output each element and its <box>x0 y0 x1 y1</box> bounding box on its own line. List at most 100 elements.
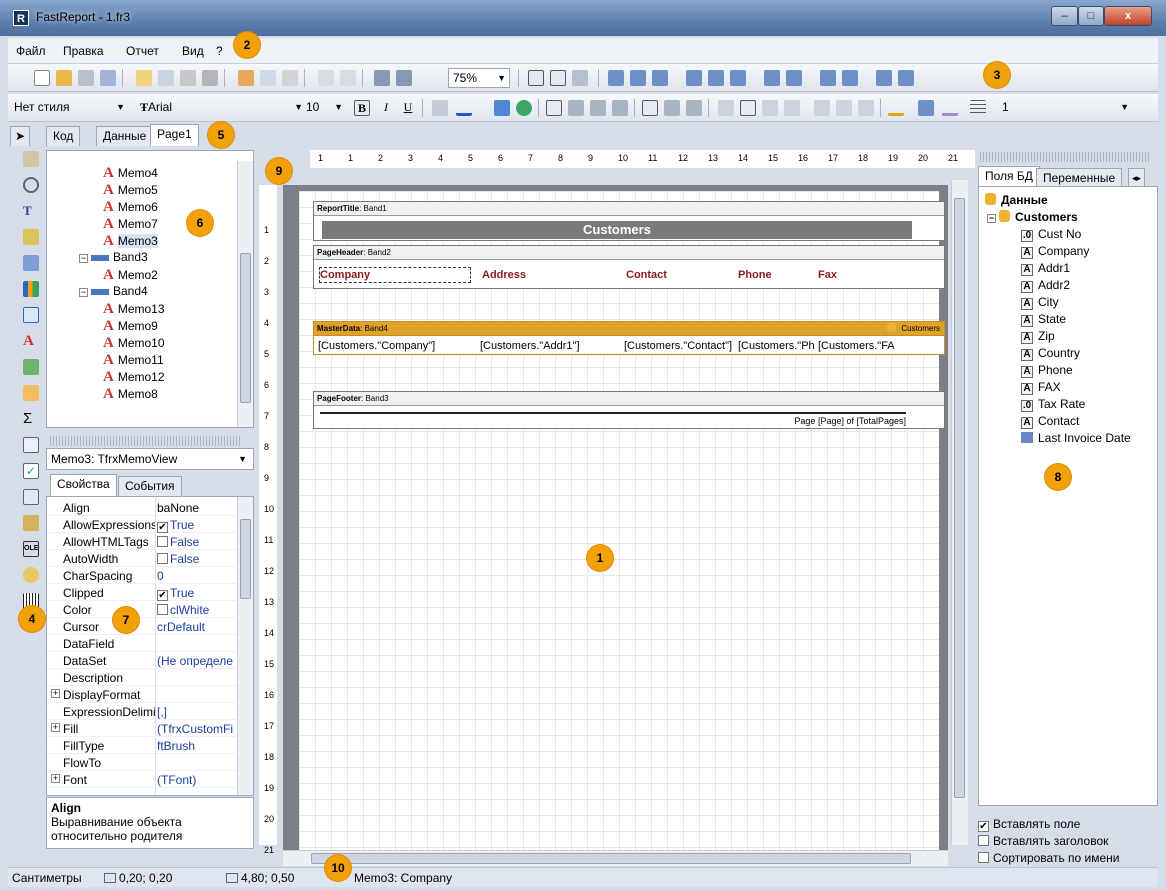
tab-code[interactable]: Код <box>46 126 81 146</box>
cut-icon[interactable] <box>238 70 254 86</box>
tree-item-memo4[interactable]: A Memo4 <box>103 165 158 182</box>
crosstab-icon[interactable] <box>23 489 39 505</box>
fill-color-icon[interactable] <box>888 100 904 116</box>
close-button[interactable]: x <box>1104 6 1152 26</box>
scroll-thumb[interactable] <box>954 198 965 798</box>
pen-color-icon[interactable] <box>942 100 958 116</box>
same-width-icon[interactable] <box>876 70 892 86</box>
memo-data-phone[interactable]: [Customers."Ph <box>738 339 816 353</box>
checkbox-tool-icon[interactable]: ✓ <box>23 463 39 479</box>
canvas-horizontal-scrollbar[interactable] <box>283 850 948 866</box>
text-tool-icon[interactable]: T <box>23 203 39 219</box>
frame-right-icon[interactable] <box>784 100 800 116</box>
tree-root-data[interactable]: Данные <box>985 193 1048 207</box>
valign-top-icon[interactable] <box>642 100 658 116</box>
field-item[interactable]: A State <box>1021 312 1066 327</box>
memo-header-company[interactable]: Company <box>319 267 471 283</box>
zoom-icon[interactable] <box>23 177 39 193</box>
prop-row[interactable]: FlowTo <box>47 754 237 771</box>
report-page[interactable]: ReportTitle: Band1 Customers PageHeader:… <box>299 191 945 851</box>
undo-icon[interactable] <box>318 70 334 86</box>
memo-data-addr1[interactable]: [Customers."Addr1"] <box>480 339 615 353</box>
tree-item-memo6[interactable]: A Memo6 <box>103 199 158 216</box>
prop-row[interactable]: FillType ftBrush <box>47 737 237 754</box>
scroll-thumb[interactable] <box>240 519 251 599</box>
menu-view[interactable]: Вид <box>182 44 204 58</box>
band-page-header[interactable]: PageHeader: Band2 Company Address Contac… <box>313 245 945 289</box>
zoom-combo[interactable]: 75% ▼ <box>448 68 510 88</box>
tree-item-memo2[interactable]: A Memo2 <box>103 267 158 284</box>
save-icon[interactable] <box>78 70 94 86</box>
show-grid-icon[interactable] <box>528 70 544 86</box>
minimize-button[interactable]: – <box>1051 6 1078 26</box>
same-height-icon[interactable] <box>898 70 914 86</box>
open-icon[interactable] <box>56 70 72 86</box>
tab-variables[interactable]: Переменные <box>1036 168 1123 186</box>
field-item[interactable]: A Contact <box>1021 414 1079 429</box>
tab-properties[interactable]: Свойства <box>50 474 117 496</box>
font-color-icon[interactable] <box>456 100 472 116</box>
frame-bottom-icon[interactable] <box>740 100 756 116</box>
memo-header-contact[interactable]: Contact <box>626 268 726 282</box>
tree-item-memo7[interactable]: A Memo7 <box>103 216 158 233</box>
band-master-data[interactable]: MasterData: Band4 Customers [Customers."C… <box>313 321 945 355</box>
font-settings-icon[interactable] <box>432 100 448 116</box>
rotation-icon[interactable] <box>516 100 532 116</box>
prop-row[interactable]: AllowHTMLTags False <box>47 533 237 550</box>
tab-events[interactable]: События <box>118 476 182 496</box>
sum-icon[interactable]: Σ <box>23 411 39 427</box>
data-panel-grip[interactable] <box>980 152 1150 162</box>
field-item[interactable]: A City <box>1021 295 1059 310</box>
scroll-thumb[interactable] <box>311 853 911 864</box>
menu-help[interactable]: ? <box>216 44 223 58</box>
prop-row[interactable]: DataSet (Не определе <box>47 652 237 669</box>
checkbox-icon[interactable]: ✔ <box>978 821 989 832</box>
expand-icon[interactable]: + <box>51 774 60 783</box>
menu-edit[interactable]: Правка <box>63 44 104 58</box>
new-icon[interactable] <box>34 70 50 86</box>
ole-icon[interactable]: OLE <box>23 541 39 557</box>
option-sort-by-name[interactable]: Сортировать по имени <box>978 851 1120 865</box>
align-tops-icon[interactable] <box>686 70 702 86</box>
prop-row[interactable]: AutoWidth False <box>47 550 237 567</box>
subreport-icon[interactable] <box>23 307 39 323</box>
checkbox-icon[interactable]: ✔ <box>157 522 168 533</box>
new-page-icon[interactable] <box>136 70 152 86</box>
align-left-edges-icon[interactable] <box>608 70 624 86</box>
field-item[interactable]: .0 Tax Rate <box>1021 397 1085 412</box>
align-middles-icon[interactable] <box>708 70 724 86</box>
center-vertically-icon[interactable] <box>842 70 858 86</box>
tree-item-memo11[interactable]: A Memo11 <box>103 352 164 369</box>
prop-row[interactable]: + Fill (TfrxCustomFi <box>47 720 237 737</box>
shape-icon[interactable] <box>23 567 39 583</box>
tree-item-memo5[interactable]: A Memo5 <box>103 182 158 199</box>
band-page-footer[interactable]: PageFooter: Band3 Page [Page] of [TotalP… <box>313 391 945 429</box>
prop-row[interactable]: Align baNone <box>47 499 237 516</box>
delete-page-icon[interactable] <box>180 70 196 86</box>
center-horizontally-icon[interactable] <box>820 70 836 86</box>
prop-row[interactable]: Color clWhite <box>47 601 237 618</box>
align-right-edges-icon[interactable] <box>652 70 668 86</box>
checkbox-icon[interactable] <box>157 553 168 564</box>
text-align-justify-icon[interactable] <box>612 100 628 116</box>
align-to-grid-icon[interactable] <box>550 70 566 86</box>
tab-db-fields[interactable]: Поля БД <box>978 166 1040 186</box>
align-centers-icon[interactable] <box>630 70 646 86</box>
redo-icon[interactable] <box>340 70 356 86</box>
memo-header-fax[interactable]: Fax <box>818 268 898 282</box>
option-insert-field[interactable]: ✔ Вставлять поле <box>978 817 1080 832</box>
tree-item-memo12[interactable]: A Memo12 <box>103 369 165 386</box>
memo-page-number[interactable]: Page [Page] of [TotalPages] <box>320 412 906 426</box>
prop-row[interactable]: CharSpacing 0 <box>47 567 237 584</box>
field-item[interactable]: A FAX <box>1021 380 1061 395</box>
space-horizontally-icon[interactable] <box>764 70 780 86</box>
preview-icon[interactable] <box>100 70 116 86</box>
hand-icon[interactable] <box>23 151 39 167</box>
field-item[interactable]: A Addr1 <box>1021 261 1070 276</box>
tree-item-band4[interactable]: − Band4 <box>79 284 148 298</box>
tree-scrollbar[interactable] <box>237 161 253 427</box>
highlight-icon[interactable] <box>494 100 510 116</box>
style-combo[interactable]: Нет стиля ▼ <box>10 98 128 118</box>
align-bottoms-icon[interactable] <box>730 70 746 86</box>
db-crosstab-icon[interactable] <box>23 515 39 531</box>
